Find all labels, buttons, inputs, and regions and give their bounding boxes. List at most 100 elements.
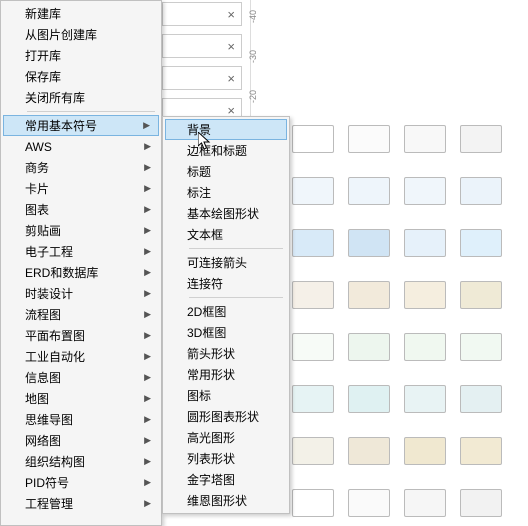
- submenu-item-background[interactable]: 背景: [165, 119, 287, 140]
- submenu-label: 圆形图表形状: [187, 408, 259, 425]
- menu-item[interactable]: 时装设计▶: [3, 283, 159, 304]
- background-swatch[interactable]: [292, 125, 334, 153]
- background-swatch[interactable]: [348, 437, 390, 465]
- background-swatch[interactable]: [404, 177, 446, 205]
- vertical-ruler: -40 -30 -20: [250, 0, 270, 116]
- background-swatch[interactable]: [460, 229, 502, 257]
- submenu-label: 边框和标题: [187, 142, 247, 159]
- input-row-1[interactable]: ×: [162, 2, 242, 26]
- submenu-item[interactable]: 2D框图: [165, 301, 287, 322]
- menu-label: 工程管理: [25, 495, 73, 512]
- submenu-item[interactable]: 维恩图形状: [165, 490, 287, 511]
- menu-item[interactable]: 信息图 ▶: [3, 367, 159, 388]
- menu-item[interactable]: 工业自动化▶: [3, 346, 159, 367]
- menu-item[interactable]: 保存库: [3, 66, 159, 87]
- submenu-item[interactable]: 可连接箭头: [165, 252, 287, 273]
- background-swatch[interactable]: [292, 333, 334, 361]
- background-swatch[interactable]: [348, 281, 390, 309]
- submenu-item[interactable]: 图标: [165, 385, 287, 406]
- menu-item[interactable]: 卡片▶: [3, 178, 159, 199]
- background-swatch[interactable]: [348, 177, 390, 205]
- background-swatch[interactable]: [460, 385, 502, 413]
- background-swatch[interactable]: [404, 385, 446, 413]
- background-swatch[interactable]: [292, 177, 334, 205]
- menu-item[interactable]: 新建库: [3, 3, 159, 24]
- menu-item[interactable]: 工程管理▶: [3, 493, 159, 514]
- background-swatch[interactable]: [292, 385, 334, 413]
- close-icon[interactable]: ×: [227, 7, 235, 22]
- menu-item[interactable]: 剪贴画▶: [3, 220, 159, 241]
- submenu-item[interactable]: 连接符: [165, 273, 287, 294]
- background-swatch[interactable]: [348, 385, 390, 413]
- menu-label: 图表: [25, 201, 49, 218]
- menu-item[interactable]: 从图片创建库: [3, 24, 159, 45]
- background-swatch[interactable]: [460, 125, 502, 153]
- background-swatch[interactable]: [292, 437, 334, 465]
- library-context-menu[interactable]: 新建库从图片创建库打开库保存库关闭所有库 常用基本符号 ▶ AWS▶商务▶卡片▶…: [0, 0, 162, 526]
- background-swatch[interactable]: [460, 489, 502, 517]
- menu-item[interactable]: 网络图▶: [3, 430, 159, 451]
- background-swatch[interactable]: [460, 437, 502, 465]
- menu-item[interactable]: 打开库: [3, 45, 159, 66]
- background-swatch[interactable]: [404, 333, 446, 361]
- background-swatch[interactable]: [292, 489, 334, 517]
- input-row-2[interactable]: ×: [162, 34, 242, 58]
- submenu-item[interactable]: 标注: [165, 182, 287, 203]
- menu-item[interactable]: 图表▶: [3, 199, 159, 220]
- ruler-tick: -30: [248, 50, 258, 63]
- submenu-item[interactable]: 边框和标题: [165, 140, 287, 161]
- submenu-arrow-icon: ▶: [144, 456, 151, 467]
- menu-item[interactable]: 组织结构图▶: [3, 451, 159, 472]
- menu-separator: [27, 111, 155, 112]
- menu-item[interactable]: 商务▶: [3, 157, 159, 178]
- menu-item[interactable]: 流程图▶: [3, 304, 159, 325]
- background-swatch[interactable]: [404, 489, 446, 517]
- submenu-item[interactable]: 标题: [165, 161, 287, 182]
- menu-label: 平面布置图: [25, 327, 85, 344]
- background-swatch[interactable]: [460, 177, 502, 205]
- submenu-item[interactable]: 高光图形: [165, 427, 287, 448]
- background-swatch[interactable]: [292, 281, 334, 309]
- menu-item[interactable]: AWS▶: [3, 136, 159, 157]
- submenu-label: 标注: [187, 184, 211, 201]
- submenu-item[interactable]: 箭头形状: [165, 343, 287, 364]
- menu-item[interactable]: PID符号▶: [3, 472, 159, 493]
- submenu-item[interactable]: 列表形状: [165, 448, 287, 469]
- background-swatch[interactable]: [404, 229, 446, 257]
- submenu-label: 文本框: [187, 226, 223, 243]
- background-swatch-grid: [292, 125, 528, 526]
- menu-item[interactable]: ERD和数据库▶: [3, 262, 159, 283]
- submenu-item[interactable]: 3D框图: [165, 322, 287, 343]
- background-swatch[interactable]: [348, 125, 390, 153]
- background-swatch[interactable]: [460, 333, 502, 361]
- background-swatch[interactable]: [292, 229, 334, 257]
- background-swatch[interactable]: [348, 229, 390, 257]
- background-swatch[interactable]: [348, 489, 390, 517]
- menu-label: 信息图: [25, 369, 61, 386]
- submenu-arrow-icon: ▶: [144, 372, 151, 383]
- swatch-row: [292, 177, 528, 205]
- menu-item[interactable]: 思维导图▶: [3, 409, 159, 430]
- background-swatch[interactable]: [460, 281, 502, 309]
- submenu-label: 标题: [187, 163, 211, 180]
- submenu-item[interactable]: 圆形图表形状: [165, 406, 287, 427]
- menu-item[interactable]: 平面布置图▶: [3, 325, 159, 346]
- menu-item-common-symbols[interactable]: 常用基本符号 ▶: [3, 115, 159, 136]
- submenu-item[interactable]: 基本绘图形状: [165, 203, 287, 224]
- background-swatch[interactable]: [348, 333, 390, 361]
- common-symbols-submenu[interactable]: 背景 边框和标题标题标注基本绘图形状文本框 可连接箭头连接符 2D框图3D框图箭…: [162, 116, 290, 514]
- menu-item[interactable]: 关闭所有库: [3, 87, 159, 108]
- submenu-item[interactable]: 常用形状: [165, 364, 287, 385]
- submenu-arrow-icon: ▶: [144, 414, 151, 425]
- background-swatch[interactable]: [404, 281, 446, 309]
- submenu-item[interactable]: 文本框: [165, 224, 287, 245]
- close-icon[interactable]: ×: [227, 71, 235, 86]
- submenu-item[interactable]: 金字塔图: [165, 469, 287, 490]
- close-icon[interactable]: ×: [227, 39, 235, 54]
- input-row-3[interactable]: ×: [162, 66, 242, 90]
- background-swatch[interactable]: [404, 437, 446, 465]
- background-swatch[interactable]: [404, 125, 446, 153]
- menu-item[interactable]: 电子工程▶: [3, 241, 159, 262]
- menu-label: 商务: [25, 159, 49, 176]
- menu-item[interactable]: 地图▶: [3, 388, 159, 409]
